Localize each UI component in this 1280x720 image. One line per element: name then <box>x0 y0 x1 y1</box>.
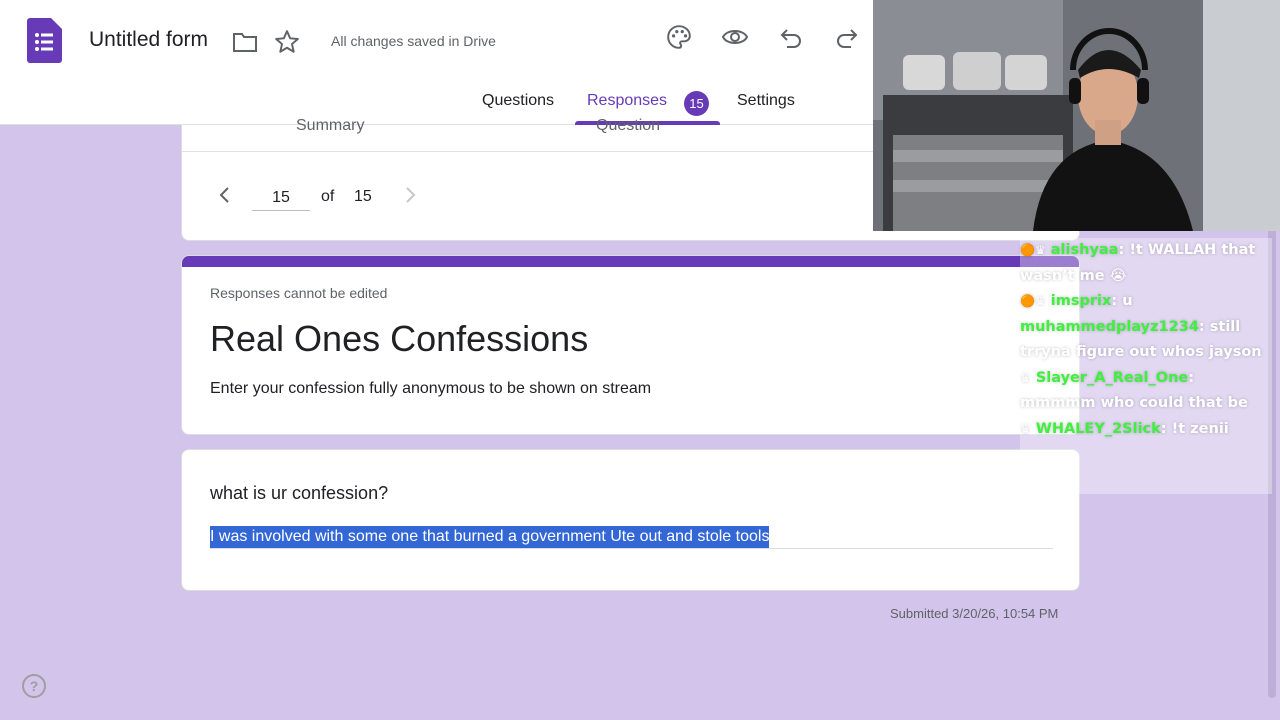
redo-icon[interactable] <box>832 22 862 52</box>
pager-total: 15 <box>354 188 372 205</box>
tab-settings[interactable]: Settings <box>737 92 795 110</box>
folder-icon[interactable] <box>230 27 260 57</box>
chat-username: muhammedplayz1234 <box>1020 318 1199 335</box>
next-response-icon[interactable] <box>395 180 425 210</box>
chat-username: WHALEY_2Slick <box>1035 420 1161 437</box>
form-heading: Real Ones Confessions <box>210 318 589 359</box>
tab-responses[interactable]: Responses <box>587 92 667 110</box>
palette-icon[interactable] <box>664 22 694 52</box>
accent-bar <box>182 256 1079 267</box>
save-status: All changes saved in Drive <box>331 33 496 49</box>
badge-icon: ♛ <box>1020 370 1031 385</box>
pager-of-label: of <box>321 188 335 205</box>
question-card: what is ur confession? I was involved wi… <box>181 449 1080 591</box>
chat-message: 🟠♛ imsprix: u <box>1020 289 1272 315</box>
forms-logo-icon[interactable] <box>27 18 62 63</box>
subtab-question[interactable]: Question <box>596 117 660 135</box>
subtab-summary[interactable]: Summary <box>296 117 364 135</box>
webcam-feed <box>873 0 1280 231</box>
response-number-input[interactable]: 15 <box>252 185 310 211</box>
help-icon[interactable]: ? <box>22 674 46 698</box>
edit-notice: Responses cannot be edited <box>210 285 388 301</box>
form-description: Enter your confession fully anonymous to… <box>210 380 652 397</box>
undo-icon[interactable] <box>776 22 806 52</box>
answer-text[interactable]: I was involved with some one that burned… <box>210 526 770 548</box>
star-icon[interactable] <box>272 27 302 57</box>
badge-icon: 🟠♛ <box>1020 294 1046 308</box>
tab-questions[interactable]: Questions <box>482 92 554 110</box>
webcam-overlay <box>873 0 1280 231</box>
form-title-card: Responses cannot be edited Real Ones Con… <box>181 255 1080 435</box>
chat-username: imsprix <box>1050 293 1112 309</box>
chat-message: muhammedplayz1234: still trryna figure o… <box>1020 315 1272 366</box>
question-text: what is ur confession? <box>210 483 389 503</box>
preview-eye-icon[interactable] <box>720 22 750 52</box>
chat-text: : !t zenii <box>1160 420 1229 437</box>
chat-message: 🟠♛ alishyaa: !t WALLAH that wasn’t me 😭 <box>1020 238 1272 289</box>
form-title[interactable]: Untitled form <box>89 28 208 52</box>
badge-icon: ♛ <box>1020 421 1031 436</box>
submitted-timestamp: Submitted 3/20/26, 10:54 PM <box>890 606 1059 621</box>
badge-icon: 🟠♛ <box>1020 243 1046 257</box>
chat-username: Slayer_A_Real_One <box>1035 369 1189 386</box>
stream-chat-overlay: 🟠♛ alishyaa: !t WALLAH that wasn’t me 😭 … <box>1020 238 1272 494</box>
chat-message: ♛ Slayer_A_Real_One: mmmmm who could tha… <box>1020 366 1272 417</box>
responses-count-badge: 15 <box>684 91 709 116</box>
answer-underline <box>210 548 1053 549</box>
chat-message: ♛ WHALEY_2Slick: !t zenii <box>1020 417 1272 443</box>
chat-username: alishyaa <box>1050 242 1119 258</box>
previous-response-icon[interactable] <box>210 180 240 210</box>
chat-text: : u <box>1111 293 1133 309</box>
